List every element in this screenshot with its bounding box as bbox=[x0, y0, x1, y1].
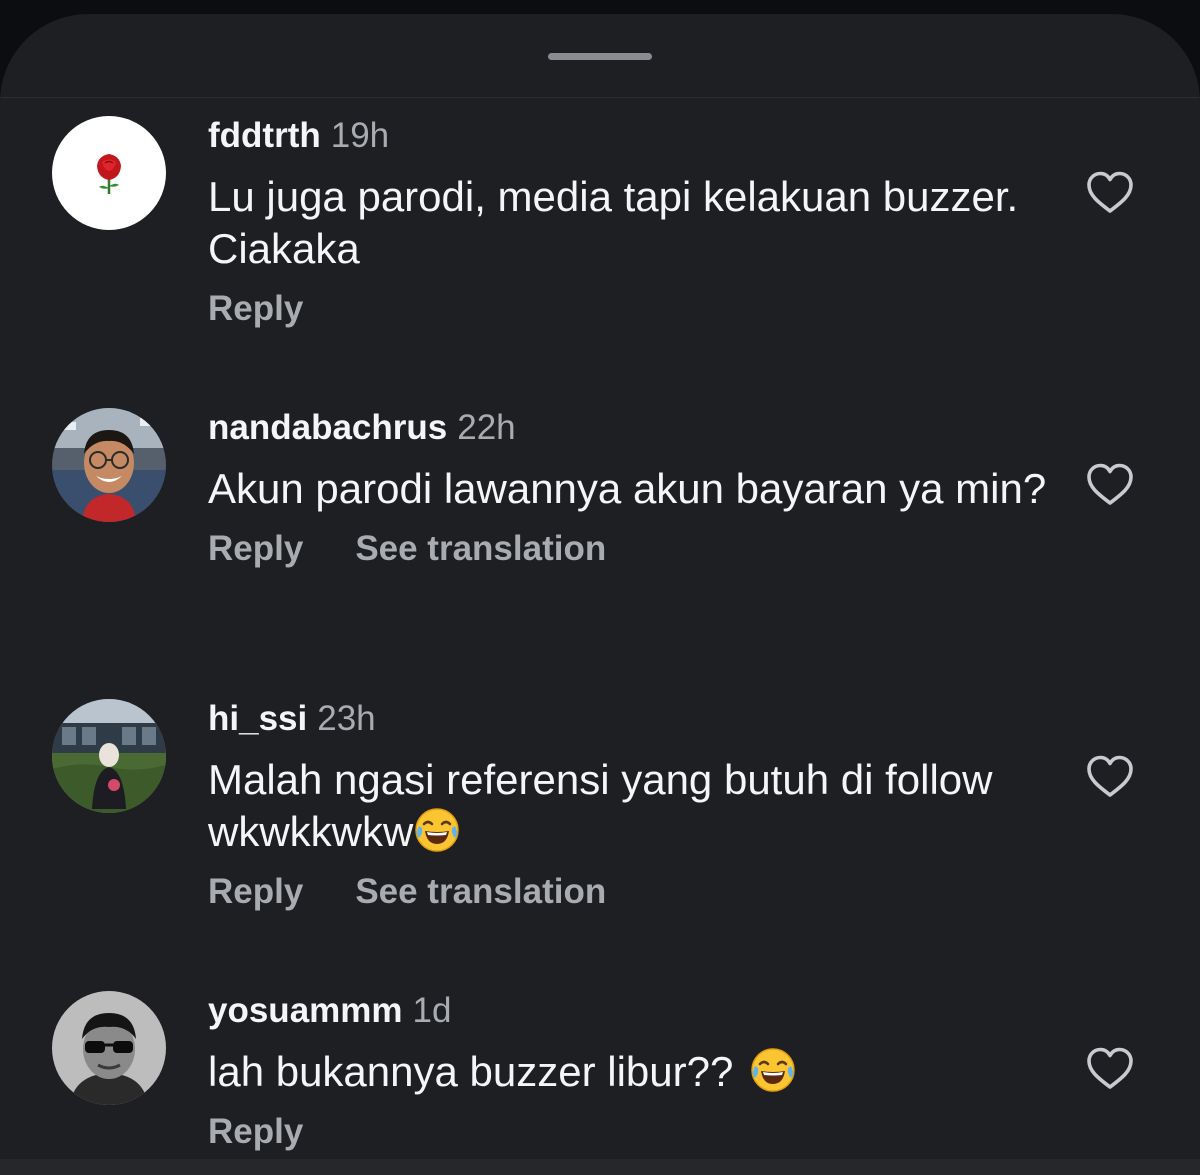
comment-meta: hi_ssi 23h bbox=[208, 699, 1048, 739]
face-with-tears-of-joy-icon bbox=[749, 1046, 797, 1094]
rose-avatar-icon bbox=[52, 116, 166, 230]
comment-body: fddtrth 19h Lu juga parodi, media tapi ke… bbox=[208, 116, 1048, 331]
see-translation-button[interactable]: See translation bbox=[355, 870, 606, 914]
heart-outline-icon bbox=[1087, 1047, 1133, 1089]
like-button[interactable] bbox=[1086, 171, 1134, 215]
username[interactable]: hi_ssi bbox=[208, 699, 307, 738]
reply-button[interactable]: Reply bbox=[208, 527, 303, 571]
comments-sheet: fddtrth 19h Lu juga parodi, media tapi ke… bbox=[0, 14, 1200, 1175]
username[interactable]: yosuammm bbox=[208, 991, 403, 1030]
person-avatar-icon bbox=[52, 699, 166, 813]
like-button[interactable] bbox=[1086, 755, 1134, 799]
heart-outline-icon bbox=[1087, 171, 1133, 213]
comment-text: Lu juga parodi, media tapi kelakuan buzz… bbox=[208, 173, 1019, 272]
see-translation-button[interactable]: See translation bbox=[355, 527, 606, 571]
avatar[interactable] bbox=[52, 699, 166, 813]
username[interactable]: fddtrth bbox=[208, 116, 321, 155]
comment-meta: fddtrth 19h bbox=[208, 116, 1048, 156]
comment-body: nandabachrus 22h Akun parodi lawannya aku… bbox=[208, 408, 1048, 571]
timestamp: 22h bbox=[457, 408, 516, 447]
comment-text-content: lah bukannya buzzer libur?? bbox=[208, 1048, 734, 1095]
drag-handle[interactable] bbox=[548, 53, 652, 60]
username[interactable]: nandabachrus bbox=[208, 408, 447, 447]
comment-text-content: Malah ngasi referensi yang butuh di foll… bbox=[208, 756, 993, 855]
comment-actions: Reply bbox=[208, 1110, 1048, 1154]
face-with-tears-of-joy-icon bbox=[413, 806, 461, 854]
reply-button[interactable]: Reply bbox=[208, 287, 303, 331]
like-button[interactable] bbox=[1086, 1047, 1134, 1091]
reply-button[interactable]: Reply bbox=[208, 870, 303, 914]
heart-outline-icon bbox=[1087, 463, 1133, 505]
bottom-edge bbox=[0, 1159, 1200, 1175]
reply-button[interactable]: Reply bbox=[208, 1110, 303, 1154]
avatar[interactable] bbox=[52, 116, 166, 230]
comment-body: hi_ssi 23h Malah ngasi referensi yang but… bbox=[208, 699, 1048, 914]
comment-text: Akun parodi lawannya akun bayaran ya min… bbox=[208, 465, 1047, 512]
comment-body: yosuammm 1d lah bukannya buzzer libur?? R… bbox=[208, 991, 1048, 1154]
person-avatar-icon bbox=[52, 408, 166, 522]
comment-actions: Reply bbox=[208, 287, 1048, 331]
like-button[interactable] bbox=[1086, 463, 1134, 507]
person-avatar-icon bbox=[52, 991, 166, 1105]
sheet-header[interactable] bbox=[0, 14, 1200, 98]
comment-actions: Reply See translation bbox=[208, 870, 1048, 914]
avatar[interactable] bbox=[52, 408, 166, 522]
timestamp: 1d bbox=[412, 991, 452, 1030]
comment-meta: nandabachrus 22h bbox=[208, 408, 1048, 448]
timestamp: 19h bbox=[330, 116, 390, 155]
comment-meta: yosuammm 1d bbox=[208, 991, 1048, 1031]
comment-actions: Reply See translation bbox=[208, 527, 1048, 571]
heart-outline-icon bbox=[1087, 755, 1133, 797]
comment-text: lah bukannya buzzer libur?? bbox=[208, 1046, 1048, 1098]
timestamp: 23h bbox=[317, 699, 376, 738]
comment-text: Malah ngasi referensi yang butuh di foll… bbox=[208, 754, 1048, 858]
avatar[interactable] bbox=[52, 991, 166, 1105]
